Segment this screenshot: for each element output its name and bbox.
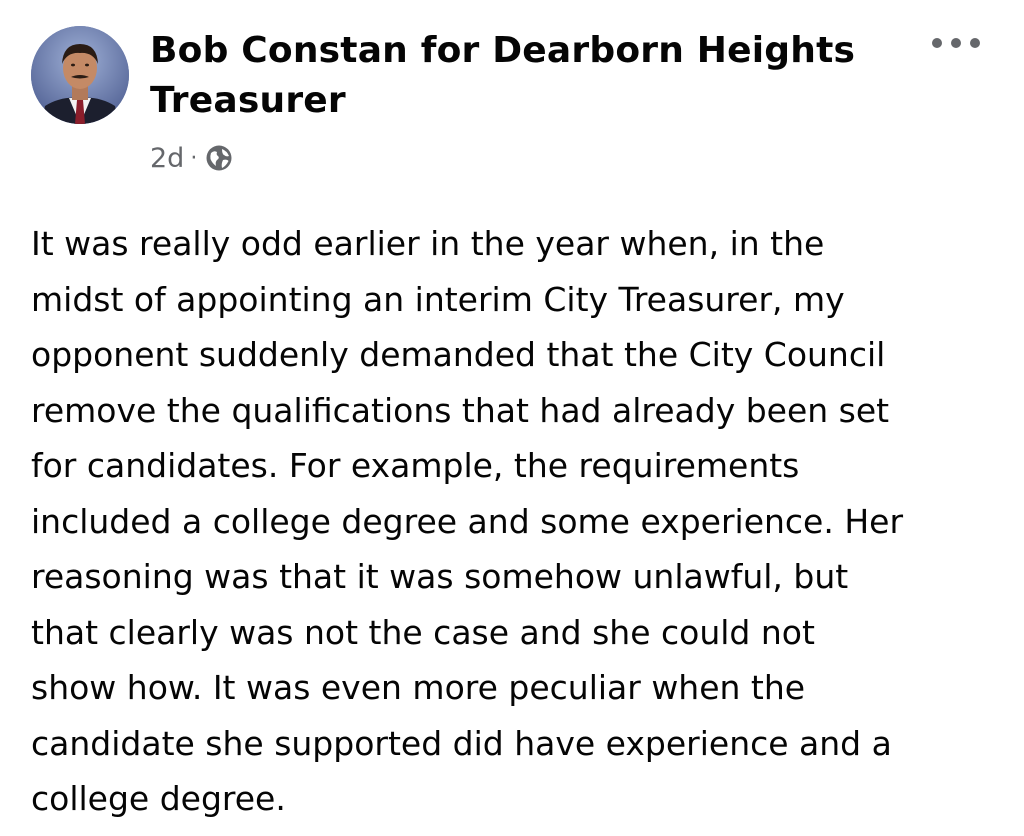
post-body-line: It was really odd earlier in the year wh… <box>31 224 825 263</box>
post-body-line: included a college degree and some exper… <box>31 501 904 541</box>
dot <box>932 38 942 48</box>
post-body-line: reasoning was that it was somehow unlawf… <box>31 557 849 596</box>
dot <box>970 38 980 48</box>
post-body: It was really odd earlier in the year wh… <box>31 216 1006 827</box>
post-body-line: show how. It was even more peculiar when… <box>31 668 806 707</box>
post-body-line: that clearly was not the case and she co… <box>31 612 815 652</box>
post-body-line: candidate she supported did have experie… <box>31 723 892 763</box>
more-options-icon[interactable] <box>932 30 980 56</box>
post-body-line: college degree. <box>31 779 286 818</box>
post-body-line: midst of appointing an interim City Trea… <box>31 279 845 319</box>
profile-photo <box>31 26 129 124</box>
globe-icon[interactable] <box>205 144 233 172</box>
post-meta: 2d · <box>150 141 233 175</box>
post-body-line: opponent suddenly demanded that the City… <box>31 335 886 374</box>
author-name[interactable]: Bob Constan for Dearborn Heights Treasur… <box>150 26 870 126</box>
post-body-line: for candidates. For example, the require… <box>31 446 800 485</box>
facebook-post: Bob Constan for Dearborn Heights Treasur… <box>0 0 1024 836</box>
dot <box>951 38 961 48</box>
avatar[interactable] <box>31 26 129 124</box>
post-body-line: remove the qualifications that had alrea… <box>31 390 890 430</box>
meta-separator: · <box>190 145 198 171</box>
timestamp[interactable]: 2d <box>150 143 184 174</box>
